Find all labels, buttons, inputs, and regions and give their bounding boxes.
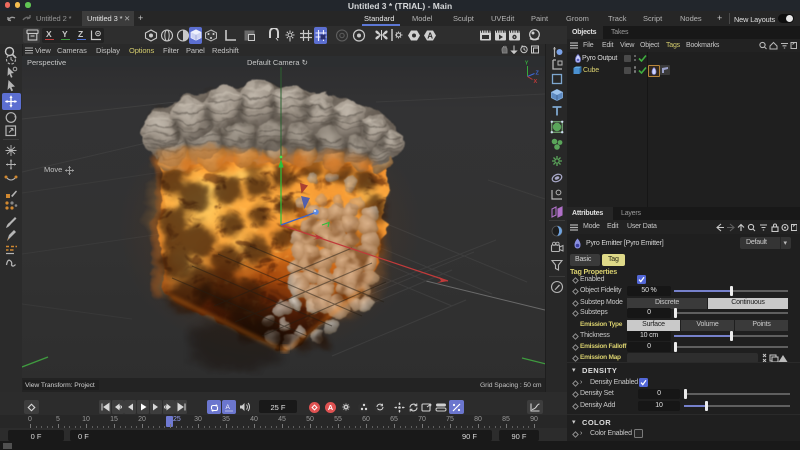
- svg-text:A: A: [427, 31, 433, 40]
- svg-text:X: X: [534, 79, 538, 83]
- svg-text:Z: Z: [536, 71, 540, 77]
- svg-text:Y: Y: [525, 61, 529, 67]
- svg-text:A: A: [225, 404, 230, 411]
